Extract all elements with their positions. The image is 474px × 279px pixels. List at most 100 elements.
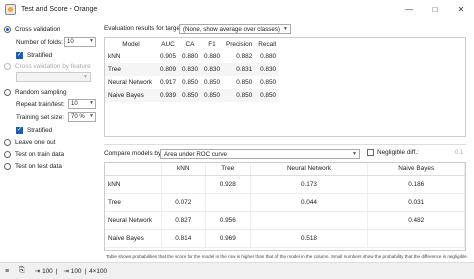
test-on-test-option[interactable]: Test on test data bbox=[4, 161, 62, 171]
chevron-down-icon: ▼ bbox=[283, 26, 288, 32]
table-cell: 0.173 bbox=[250, 175, 369, 194]
random-sampling-option[interactable]: Random sampling bbox=[4, 87, 67, 97]
column-header: Naive Bayes bbox=[367, 163, 465, 176]
table-cell: 0.939 bbox=[157, 89, 179, 102]
stratified-cv-checkbox[interactable]: ✓ bbox=[16, 51, 23, 59]
random-sampling-radio[interactable] bbox=[4, 88, 11, 96]
test-on-train-option[interactable]: Test on train data bbox=[4, 149, 64, 159]
random-sampling-label: Random sampling bbox=[15, 88, 67, 96]
negligible-diff-label: Negligible diff.: bbox=[377, 149, 419, 156]
column-header[interactable]: Recall bbox=[255, 38, 279, 50]
close-button[interactable]: ✕ bbox=[448, 0, 474, 19]
minimize-button[interactable]: — bbox=[396, 0, 422, 19]
test-on-train-radio[interactable] bbox=[4, 150, 11, 158]
comparison-table: kNN Tree Neural Network Naive Bayes kNN … bbox=[105, 163, 465, 248]
table-cell: 0.905 bbox=[160, 53, 176, 60]
evaluation-target-label: Evaluation results for target bbox=[104, 25, 182, 32]
cv-by-feature-radio[interactable] bbox=[4, 62, 11, 70]
report-button[interactable]: ⎘ bbox=[19, 267, 29, 275]
table-cell: 0.850 bbox=[260, 79, 277, 86]
cross-validation-radio[interactable] bbox=[4, 25, 11, 33]
folds-spinbox[interactable]: 10 ▼ bbox=[64, 37, 96, 47]
table-cell: 0.072 bbox=[161, 193, 206, 212]
evaluation-header-row: Model AUC CA F1 Precision Recall bbox=[105, 38, 279, 50]
repeat-spinbox[interactable]: 10 ▼ bbox=[68, 99, 96, 109]
table-cell: 0.830 bbox=[179, 63, 201, 76]
table-cell bbox=[250, 211, 369, 230]
table-cell: 0.518 bbox=[250, 229, 369, 248]
table-cell: 0.850 bbox=[179, 89, 201, 102]
stratified-cv-option[interactable]: ✓ Stratified bbox=[16, 50, 52, 60]
leave-one-out-radio[interactable] bbox=[4, 138, 11, 146]
negligible-diff-option[interactable]: Negligible diff.: bbox=[367, 149, 419, 156]
table-row: Naive Bayes 0.814 0.969 0.518 bbox=[105, 229, 465, 248]
output-summary[interactable]: ⇥ 100 | 4×100 bbox=[63, 267, 107, 276]
test-on-test-radio[interactable] bbox=[4, 162, 11, 170]
maximize-button[interactable]: □ bbox=[422, 0, 448, 19]
help-button[interactable]: ≡ bbox=[5, 268, 13, 275]
column-header: Tree bbox=[205, 163, 251, 176]
comparison-note: Table shows probabilities that the score… bbox=[106, 254, 469, 259]
folds-value: 10 bbox=[67, 39, 74, 45]
column-header[interactable]: CA bbox=[179, 38, 201, 50]
evaluation-results-table[interactable]: Model AUC CA F1 Precision Recall kNN 0.9… bbox=[104, 37, 466, 137]
column-header[interactable]: Precision bbox=[223, 38, 255, 50]
stratified-cv-label: Stratified bbox=[27, 51, 53, 59]
cv-by-feature-option[interactable]: Cross validation by feature bbox=[4, 61, 91, 71]
corner-cell bbox=[105, 163, 162, 176]
table-cell: 0.827 bbox=[161, 211, 206, 230]
table-row[interactable]: Naive Bayes 0.939 0.850 0.850 0.850 0.85… bbox=[105, 89, 280, 102]
model-name: Neural Network bbox=[108, 79, 153, 86]
negligible-diff-value[interactable]: 0.1 bbox=[455, 150, 463, 156]
table-cell: 0.880 bbox=[260, 53, 277, 60]
compare-score-select[interactable]: Area under ROC curve ▼ bbox=[160, 149, 360, 159]
cross-validation-label: Cross validation bbox=[15, 25, 61, 33]
table-cell: 0.882 bbox=[236, 53, 253, 60]
table-cell: 0.956 bbox=[205, 211, 251, 230]
feature-select[interactable]: ▼ bbox=[16, 72, 91, 82]
table-cell bbox=[205, 193, 251, 212]
window-title: Test and Score - Orange bbox=[21, 6, 98, 13]
model-name: Tree bbox=[105, 63, 157, 76]
row-header: kNN bbox=[105, 175, 162, 194]
negligible-diff-checkbox[interactable] bbox=[367, 149, 374, 156]
chevron-down-icon: ▼ bbox=[352, 151, 357, 157]
column-header[interactable]: F1 bbox=[201, 38, 223, 50]
table-cell: 0.917 bbox=[160, 79, 176, 86]
stratified-rs-checkbox[interactable]: ✓ bbox=[16, 126, 23, 134]
table-row: kNN 0.928 0.173 0.186 bbox=[105, 175, 465, 194]
column-header[interactable]: AUC bbox=[157, 38, 179, 50]
target-class-select[interactable]: (None, show average over classes) ▼ bbox=[179, 24, 291, 34]
orange-app-icon bbox=[5, 4, 16, 15]
table-row: Tree 0.072 0.044 0.031 bbox=[105, 193, 465, 212]
report-icon: ⎘ bbox=[19, 267, 25, 274]
stratified-rs-option[interactable]: ✓ Stratified bbox=[16, 125, 52, 135]
window-controls: — □ ✕ bbox=[396, 0, 474, 19]
input-count: 100 bbox=[42, 267, 53, 275]
leave-one-out-option[interactable]: Leave one out bbox=[4, 137, 56, 147]
comparison-header-row: kNN Tree Neural Network Naive Bayes bbox=[105, 163, 465, 176]
test-on-test-label: Test on test data bbox=[15, 162, 62, 170]
table-row[interactable]: kNN 0.905 0.880 0.880 0.882 0.880 bbox=[105, 50, 279, 63]
output-count: 100 bbox=[70, 267, 82, 275]
evaluation-table: Model AUC CA F1 Precision Recall kNN 0.9… bbox=[105, 38, 280, 102]
folds-label: Number of folds: bbox=[16, 38, 63, 46]
leave-one-out-label: Leave one out bbox=[15, 138, 56, 146]
table-row[interactable]: Tree 0.809 0.830 0.830 0.831 0.830 bbox=[105, 63, 280, 76]
column-header[interactable]: Model bbox=[105, 38, 157, 50]
table-row[interactable]: Neural Network 0.917 0.850 0.850 0.850 0… bbox=[105, 76, 279, 89]
status-bar: ≡ ⎘ ⇥ 100 | ⇥ 100 | 4×100 bbox=[0, 262, 474, 279]
compare-models-label: Compare models by: bbox=[104, 150, 163, 157]
help-icon: ≡ bbox=[5, 267, 10, 275]
output-data-icon: ⇥ bbox=[63, 268, 69, 275]
table-cell: 0.880 bbox=[204, 53, 220, 60]
input-summary[interactable]: ⇥ 100 | bbox=[35, 267, 58, 276]
training-size-spinbox[interactable]: 70 % ▼ bbox=[68, 112, 96, 122]
table-cell: 0.850 bbox=[204, 79, 220, 86]
chevron-down-icon: ▼ bbox=[83, 74, 88, 80]
model-name: Naive Bayes bbox=[105, 89, 157, 102]
comparison-table-view[interactable]: kNN Tree Neural Network Naive Bayes kNN … bbox=[104, 162, 466, 251]
table-cell: 0.969 bbox=[205, 229, 251, 248]
row-header: Tree bbox=[105, 193, 162, 212]
cross-validation-option[interactable]: Cross validation bbox=[4, 24, 60, 34]
